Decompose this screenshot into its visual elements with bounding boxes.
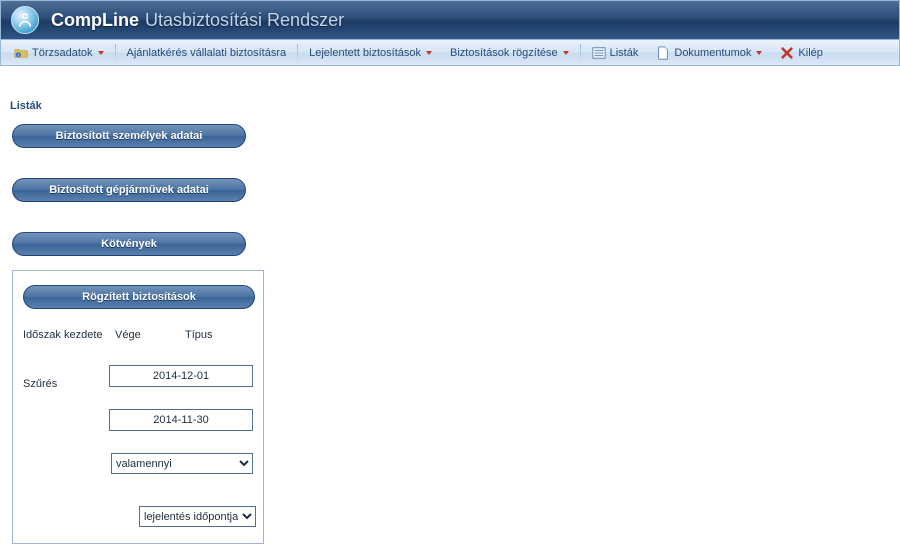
folder-info-icon: i <box>14 46 28 60</box>
menu-bar: i Törzsadatok Ajánlatkérés vállalati biz… <box>0 40 900 66</box>
page-title: Listák <box>10 100 900 112</box>
chevron-down-icon <box>563 51 569 55</box>
menu-label: Lejelentett biztosítások <box>309 47 421 59</box>
menu-label: Kilép <box>798 47 822 59</box>
menu-torzsadatok[interactable]: i Törzsadatok <box>5 41 113 65</box>
label-szures: Szűrés <box>23 378 83 390</box>
menu-lejelentett[interactable]: Lejelentett biztosítások <box>300 41 441 65</box>
app-header: CompLine Utasbiztosítási Rendszer <box>0 0 900 40</box>
btn-biztositott-gepjarmuvek[interactable]: Biztosított gépjárművek adatai <box>12 178 246 202</box>
input-date-end[interactable] <box>109 409 253 431</box>
document-icon <box>656 46 670 60</box>
menu-separator <box>297 44 298 62</box>
col-vege: Vége <box>115 329 185 341</box>
menu-ajanlatkeres[interactable]: Ajánlatkérés vállalati biztosításra <box>118 41 296 65</box>
col-idoszak: Időszak kezdete <box>23 329 115 341</box>
chevron-down-icon <box>426 51 432 55</box>
brand-strong: CompLine <box>51 10 139 31</box>
col-tipus: Típus <box>185 329 213 341</box>
btn-rogzitett-biztositasok[interactable]: Rögzített biztosítások <box>23 285 255 309</box>
menu-listak[interactable]: Listák <box>583 41 648 65</box>
brand-light: Utasbiztosítási Rendszer <box>145 10 344 31</box>
menu-label: Törzsadatok <box>32 47 93 59</box>
menu-label: Ajánlatkérés vállalati biztosításra <box>127 47 287 59</box>
menu-label: Listák <box>610 47 639 59</box>
chevron-down-icon <box>756 51 762 55</box>
menu-kilep[interactable]: Kilép <box>771 41 831 65</box>
svg-text:i: i <box>18 52 19 57</box>
chevron-down-icon <box>98 51 104 55</box>
btn-biztositott-szemelyek[interactable]: Biztosított személyek adatai <box>12 124 246 148</box>
select-valamennyi[interactable]: valamennyi <box>111 453 253 474</box>
filter-panel: Rögzített biztosítások Időszak kezdete V… <box>12 270 264 544</box>
menu-separator <box>115 44 116 62</box>
input-date-start[interactable] <box>109 365 253 387</box>
filter-column-headers: Időszak kezdete Vége Típus <box>23 329 253 341</box>
menu-label: Dokumentumok <box>674 47 751 59</box>
menu-dokumentumok[interactable]: Dokumentumok <box>647 41 771 65</box>
app-title: CompLine Utasbiztosítási Rendszer <box>51 10 344 31</box>
btn-kotvenyek[interactable]: Kötvények <box>12 232 246 256</box>
menu-separator <box>580 44 581 62</box>
logo-icon <box>11 6 39 34</box>
menu-rogzitese[interactable]: Biztosítások rögzítése <box>441 41 578 65</box>
close-icon <box>780 46 794 60</box>
side-panel: Biztosított személyek adatai Biztosított… <box>0 112 290 544</box>
list-icon <box>592 46 606 60</box>
select-lejelentes[interactable]: lejelentés időpontja <box>139 506 256 527</box>
menu-label: Biztosítások rögzítése <box>450 47 558 59</box>
